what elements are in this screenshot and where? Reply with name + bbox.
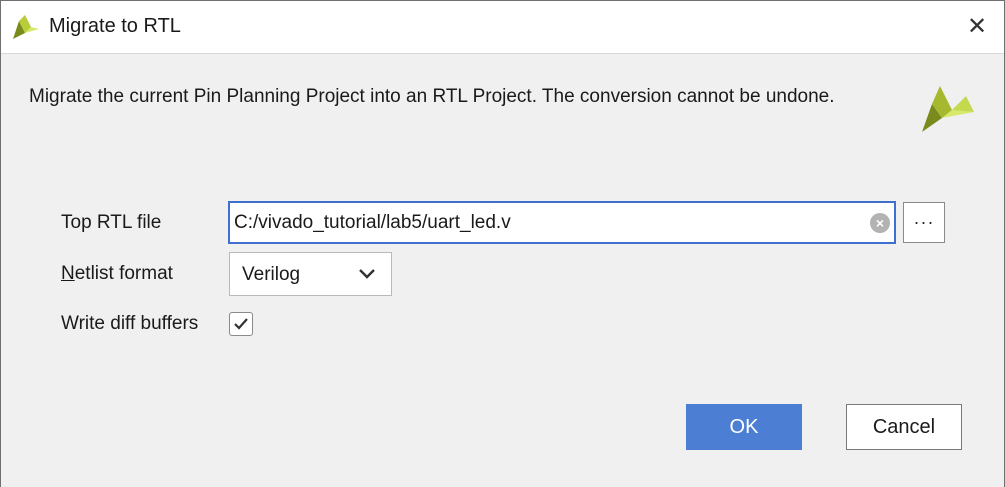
chevron-down-icon (359, 269, 375, 279)
dialog-body: Migrate the current Pin Planning Project… (1, 53, 1004, 487)
close-button[interactable]: ✕ (964, 12, 990, 40)
netlist-format-value: Verilog (242, 264, 301, 285)
vivado-logo-icon (13, 15, 39, 39)
netlist-format-select[interactable]: Verilog (229, 252, 392, 296)
write-diff-buffers-label: Write diff buffers (61, 313, 199, 334)
cancel-button[interactable]: Cancel (846, 404, 962, 450)
netlist-format-label-rest: etlist format (74, 263, 173, 284)
netlist-format-label: Netlist format (61, 263, 173, 285)
vivado-brand-logo-icon (922, 86, 974, 132)
write-diff-buffers-checkbox[interactable] (229, 312, 253, 336)
checkmark-icon (234, 318, 248, 330)
title-bar[interactable]: Migrate to RTL ✕ (1, 1, 1004, 53)
ok-button[interactable]: OK (686, 404, 802, 450)
dialog-description: Migrate the current Pin Planning Project… (29, 86, 835, 107)
netlist-format-mnemonic: N (61, 263, 75, 284)
top-rtl-file-label: Top RTL file (61, 212, 162, 233)
clear-icon[interactable]: × (870, 213, 890, 233)
close-icon: ✕ (966, 12, 988, 40)
top-rtl-file-field[interactable]: × (228, 201, 896, 244)
top-rtl-file-input[interactable] (234, 211, 854, 235)
browse-button[interactable]: ··· (903, 202, 945, 243)
window-title: Migrate to RTL (49, 15, 181, 37)
migrate-to-rtl-dialog: Migrate to RTL ✕ Migrate the current Pin… (0, 0, 1005, 487)
